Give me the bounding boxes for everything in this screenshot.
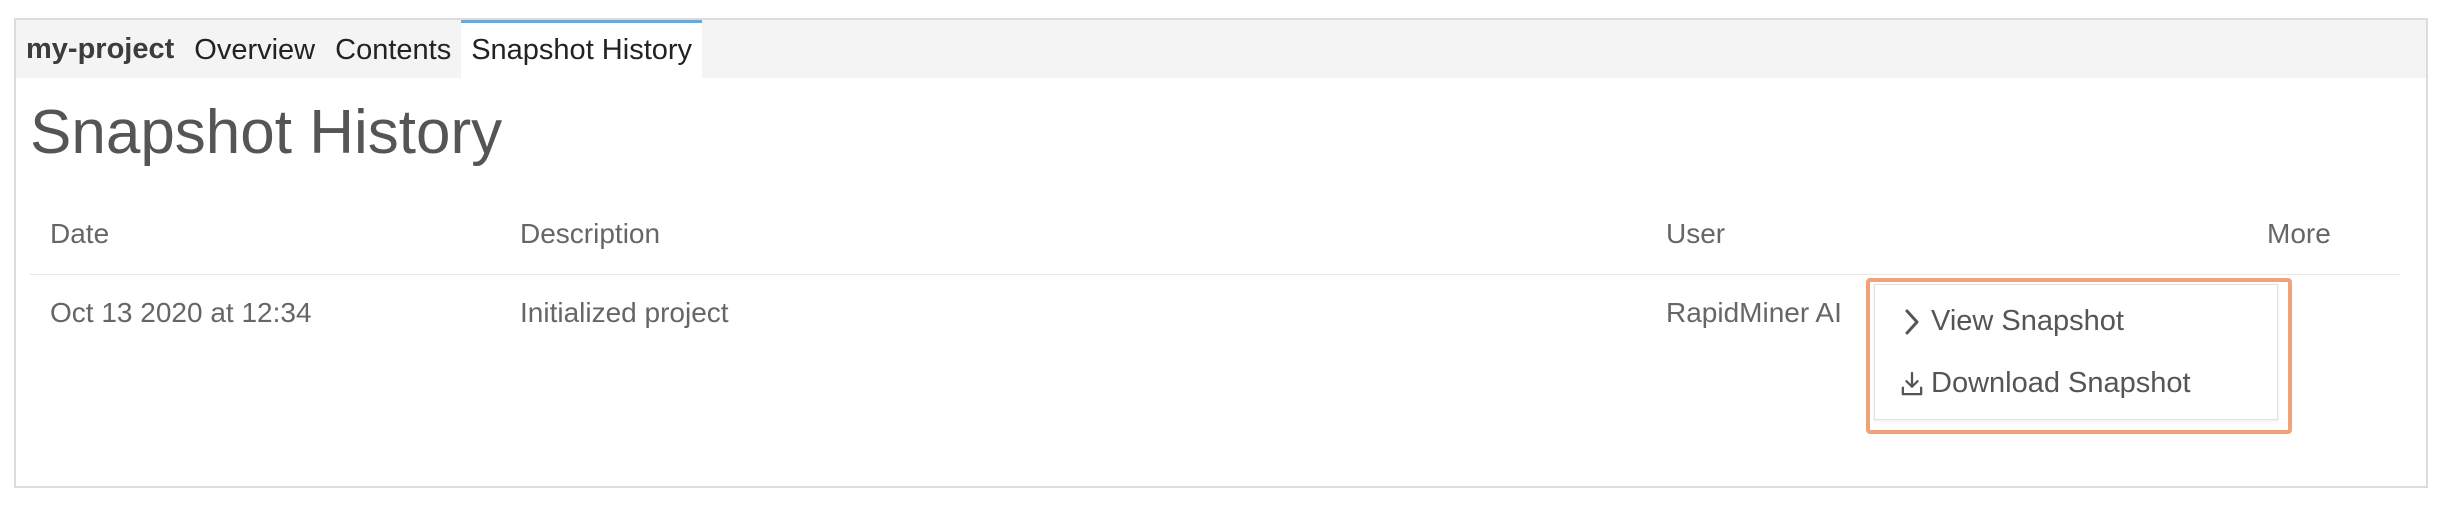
view-snapshot-label: View Snapshot bbox=[1931, 305, 2124, 337]
tab-overview[interactable]: Overview bbox=[184, 20, 325, 78]
header-user: User bbox=[1666, 218, 1726, 249]
download-snapshot-label: Download Snapshot bbox=[1931, 367, 2191, 399]
header-date: Date bbox=[50, 218, 110, 249]
tab-bar: my-project Overview Contents Snapshot Hi… bbox=[16, 20, 2426, 78]
row-description: Initialized project bbox=[520, 297, 729, 328]
snapshot-actions-menu: View Snapshot Download Snapshot bbox=[1874, 284, 2278, 420]
download-snapshot-menu-item[interactable]: Download Snapshot bbox=[1901, 367, 2191, 400]
download-icon bbox=[1901, 369, 1923, 399]
header-description: Description bbox=[520, 218, 661, 249]
header-more: More bbox=[2267, 218, 2331, 249]
tab-contents[interactable]: Contents bbox=[325, 20, 461, 78]
project-name[interactable]: my-project bbox=[16, 20, 184, 78]
row-date: Oct 13 2020 at 12:34 bbox=[50, 297, 312, 328]
chevron-right-icon bbox=[1901, 307, 1923, 337]
table-header: Date Description User More bbox=[30, 212, 2400, 275]
tab-snapshot-history[interactable]: Snapshot History bbox=[461, 20, 703, 78]
page-title: Snapshot History bbox=[30, 98, 503, 167]
view-snapshot-menu-item[interactable]: View Snapshot bbox=[1901, 305, 2124, 338]
row-user: RapidMiner AI bbox=[1666, 297, 1842, 328]
